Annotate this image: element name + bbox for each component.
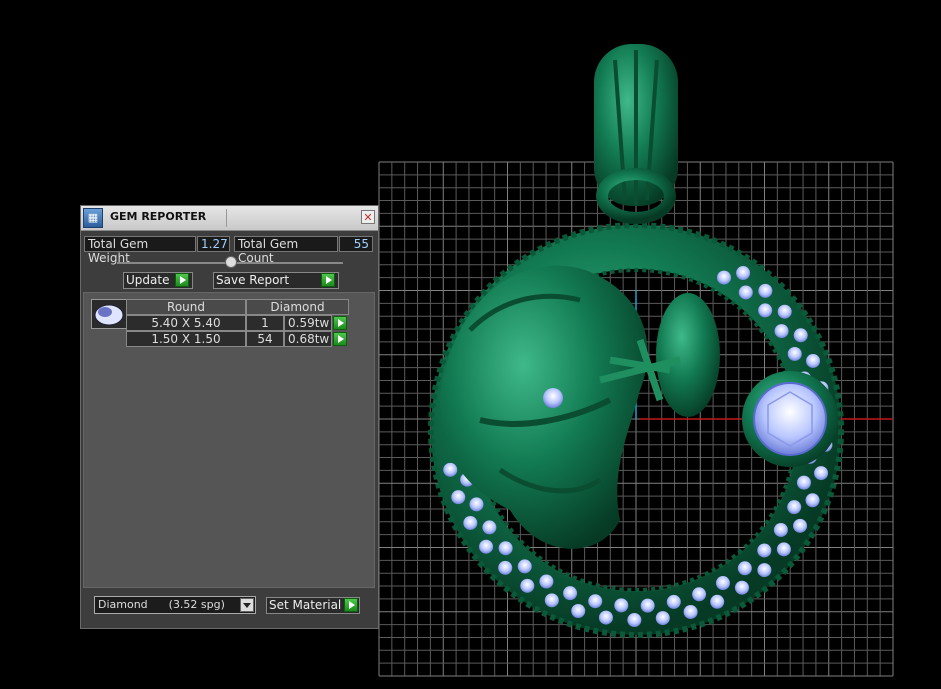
material-select-value: Diamond (3.52 spg) [98,598,225,611]
gem-row-count: 1 [246,315,284,331]
close-icon[interactable]: ✕ [361,210,375,224]
gem-reporter-app-icon: ▦ [83,208,103,228]
total-gem-weight-value: 1.27 [197,236,230,252]
gem-row-weight: 0.59tw [284,315,332,331]
gem-list: Round Diamond 5.40 X 5.40 1 0.59tw 1.50 … [83,292,375,588]
gem-oval-icon[interactable] [91,299,127,329]
chevron-down-icon[interactable] [240,598,254,612]
gem-material-header: Diamond [246,299,349,315]
gem-row-count: 54 [246,331,284,347]
slider-handle[interactable] [225,256,237,268]
gem-row-size: 1.50 X 1.50 [126,331,246,347]
panel-titlebar[interactable]: ▦ GEM REPORTER ✕ [81,206,378,231]
total-gem-count-value: 55 [339,236,373,252]
total-gem-weight-label: Total Gem Weight [84,236,196,265]
title-divider [226,209,227,227]
panel-title: GEM REPORTER [110,210,207,223]
gem-row-play-arrow-icon[interactable] [333,316,347,330]
set-material-play-arrow-icon[interactable] [344,598,358,612]
gem-row-play-arrow-icon[interactable] [333,332,347,346]
save-report-play-arrow-icon[interactable] [321,273,335,287]
gem-row-weight: 0.68tw [284,331,332,347]
material-select[interactable]: Diamond (3.52 spg) [94,596,256,614]
gem-reporter-panel: ▦ GEM REPORTER ✕ Total Gem Weight 1.27 T… [80,205,379,629]
gem-shape-header: Round [126,299,246,315]
update-play-arrow-icon[interactable] [175,273,189,287]
total-gem-count-label: Total Gem Count [234,236,338,265]
gem-row-size: 5.40 X 5.40 [126,315,246,331]
